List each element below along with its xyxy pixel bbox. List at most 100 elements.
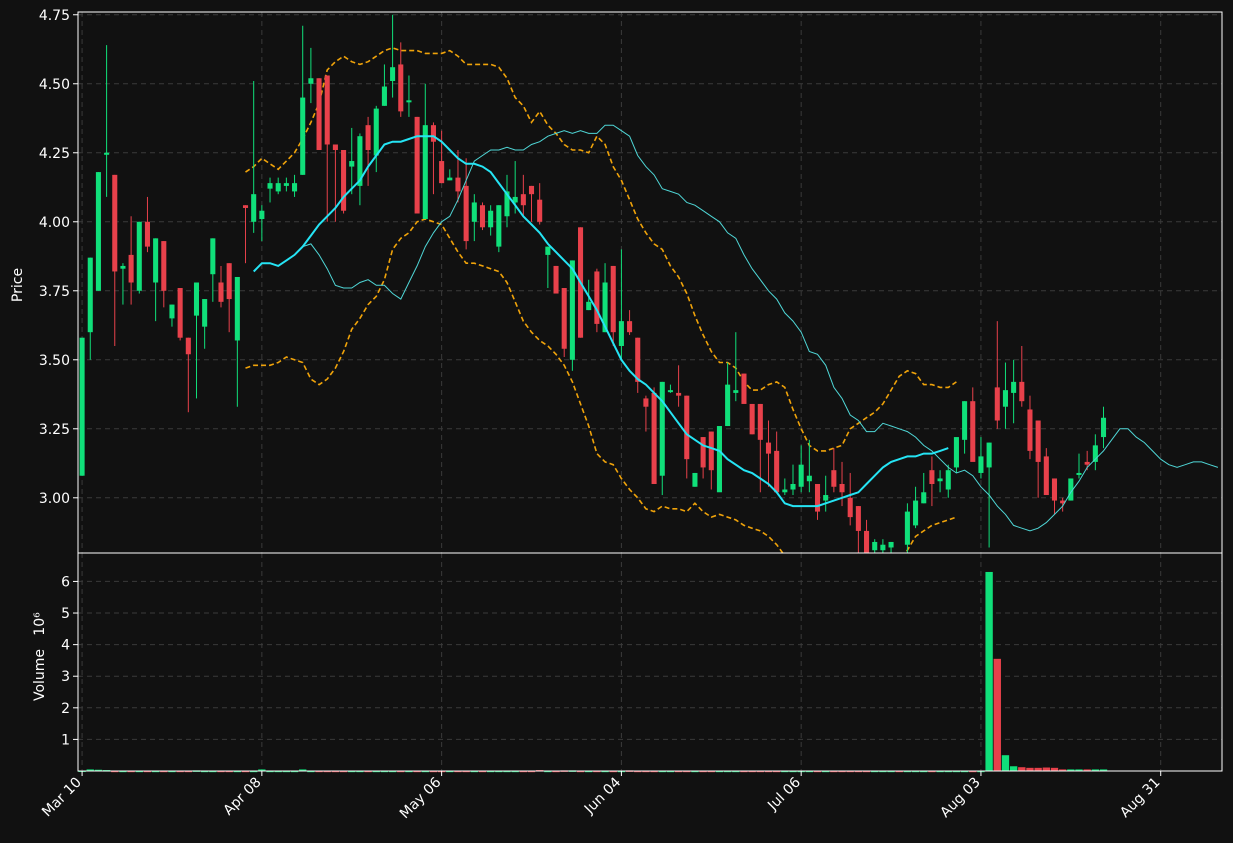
candle-body: [880, 544, 886, 551]
candle-body: [1002, 390, 1008, 407]
candle-body: [104, 152, 110, 155]
candle-body: [218, 282, 224, 302]
candle-body: [488, 210, 494, 228]
candle-body: [496, 205, 502, 247]
price-tick-label: 3.50: [39, 353, 70, 369]
price-tick-label: 4.75: [39, 8, 70, 24]
candle-body: [79, 337, 85, 476]
price-tick-label: 4.00: [39, 215, 70, 231]
candle-body: [831, 470, 837, 487]
price-tick-label: 3.25: [39, 422, 70, 438]
volume-bar: [993, 658, 1001, 771]
candle-body: [986, 442, 992, 468]
candle-body: [765, 442, 772, 454]
candle-body: [872, 541, 878, 551]
candle-body: [87, 257, 93, 333]
candle-body: [561, 288, 567, 349]
candle-body: [610, 265, 616, 333]
volume-bar: [1009, 766, 1018, 771]
candle-body: [520, 194, 526, 206]
candle-body: [210, 238, 216, 275]
volume-tick-label: 3: [61, 669, 70, 685]
candle-body: [676, 392, 682, 396]
candle-body: [1043, 456, 1049, 496]
candle-body: [251, 194, 257, 222]
candle-body: [970, 401, 976, 462]
volume-bar: [1001, 755, 1010, 771]
candle-body: [684, 395, 690, 460]
candle-body: [161, 241, 167, 291]
candle-body: [586, 301, 592, 311]
candle-body: [1019, 381, 1025, 402]
candle-body: [978, 456, 984, 473]
candle-body: [749, 403, 755, 435]
candle-body: [847, 497, 853, 518]
candle-body: [994, 387, 1000, 421]
price-tick-label: 4.25: [39, 146, 70, 162]
candle-body: [169, 304, 175, 319]
candle-body: [1084, 461, 1090, 465]
candle-body: [594, 271, 600, 324]
volume-multiplier-label: 10⁶: [32, 612, 48, 636]
candle-body: [757, 403, 763, 440]
candle-body: [185, 337, 191, 355]
candle-body: [316, 78, 322, 151]
candle-body: [1051, 478, 1058, 501]
candle-body: [929, 470, 935, 484]
candle-body: [144, 221, 150, 247]
volume-tick-label: 6: [61, 574, 70, 590]
candle-body: [937, 478, 943, 482]
stock-chart: 3.00 3.25 3.50 3.75 4.00 4.25 4.50 4.75 Price 1…: [0, 0, 1233, 843]
volume-tick-label: 4: [61, 638, 70, 654]
candle-body: [782, 489, 788, 493]
candle-body: [283, 183, 289, 186]
candle-body: [725, 384, 731, 427]
volume-tick-label: 2: [61, 701, 70, 717]
volume-axis-label: Volume: [32, 649, 48, 701]
candle-body: [1011, 381, 1017, 393]
candle-body: [324, 75, 330, 145]
candle-body: [823, 495, 829, 501]
candle-body: [234, 276, 240, 341]
candle-body: [962, 401, 968, 440]
candle-body: [1100, 417, 1107, 438]
candle-body: [455, 177, 461, 192]
candle-body: [635, 337, 641, 382]
candle-body: [398, 64, 404, 112]
candle-body: [888, 541, 894, 548]
volume-tick-label: 5: [61, 606, 70, 622]
candle-body: [193, 282, 200, 316]
price-tick-label: 4.50: [39, 77, 70, 93]
candle-body: [153, 238, 159, 283]
price-axis-label: Price: [10, 268, 26, 302]
candle-body: [733, 390, 739, 393]
candle-body: [1076, 472, 1082, 475]
candle-body: [414, 116, 420, 214]
candle-body: [275, 183, 281, 192]
candle-body: [471, 202, 477, 222]
candle-body: [390, 67, 396, 82]
candle-body: [463, 185, 469, 242]
candle-body: [904, 511, 910, 545]
candle-body: [479, 205, 486, 228]
candle-body: [95, 172, 101, 291]
candle-body: [864, 530, 870, 553]
candle-body: [667, 390, 673, 393]
volume-tick-label: 1: [61, 732, 70, 748]
candle-body: [643, 398, 649, 407]
candle-body: [202, 299, 208, 327]
candle-body: [545, 246, 551, 255]
candle-body: [692, 472, 698, 487]
candle-body: [430, 125, 436, 142]
candle-body: [267, 183, 273, 189]
candle-body: [128, 254, 134, 283]
candle-body: [136, 221, 142, 291]
candle-body: [806, 475, 812, 482]
candle-body: [1027, 409, 1033, 451]
candle-body: [528, 185, 535, 195]
candle-body: [349, 161, 355, 167]
candle-body: [439, 161, 445, 184]
candle-body: [177, 288, 183, 338]
candle-body: [292, 183, 298, 192]
candle-body: [659, 381, 665, 476]
